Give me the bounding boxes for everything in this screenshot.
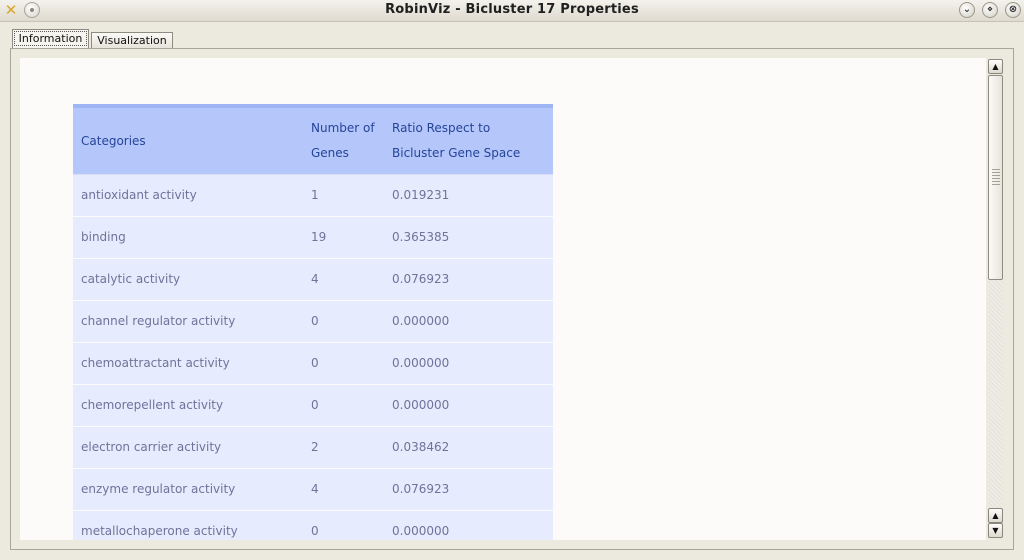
cell-genes: 2 <box>311 440 319 454</box>
close-button[interactable]: ⊗ <box>1005 2 1021 18</box>
header-categories: Categories <box>81 134 146 148</box>
header-ratio: Ratio Respect to Bicluster Gene Space <box>392 116 542 166</box>
cell-ratio: 0.000000 <box>392 356 450 370</box>
scroll-up-button-lower[interactable]: ▲ <box>988 508 1003 523</box>
table-header: Categories Number of Genes Ratio Respect… <box>73 108 553 175</box>
scroll-grip-icon <box>992 169 1000 187</box>
cell-ratio: 0.019231 <box>392 188 450 202</box>
minimize-button[interactable]: ⌄ <box>959 2 975 18</box>
title-bar[interactable]: ✕ RobinViz - Bicluster 17 Properties ⌄ ⋄… <box>0 0 1024 22</box>
cell-category: electron carrier activity <box>81 440 222 454</box>
cell-category: antioxidant activity <box>81 188 197 202</box>
maximize-button[interactable]: ⋄ <box>982 2 998 18</box>
window-title: RobinViz - Bicluster 17 Properties <box>385 2 639 17</box>
cell-genes: 19 <box>311 230 327 244</box>
scroll-thumb[interactable] <box>988 75 1003 280</box>
tab-information-label: Information <box>13 31 88 46</box>
cell-category: channel regulator activity <box>81 314 236 328</box>
table-row: catalytic activity 4 0.076923 <box>73 259 553 301</box>
cell-genes: 0 <box>311 314 319 328</box>
cell-genes: 1 <box>311 188 319 202</box>
table-row: chemoattractant activity 0 0.000000 <box>73 343 553 385</box>
categories-table: Categories Number of Genes Ratio Respect… <box>73 104 553 540</box>
cell-category: enzyme regulator activity <box>81 482 236 496</box>
information-content: Categories Number of Genes Ratio Respect… <box>20 58 986 540</box>
tab-information[interactable]: Information <box>12 29 89 48</box>
cell-ratio: 0.038462 <box>392 440 450 454</box>
cell-ratio: 0.000000 <box>392 524 450 538</box>
cell-ratio: 0.000000 <box>392 398 450 412</box>
header-number-of-genes: Number of Genes <box>311 116 381 166</box>
cell-genes: 0 <box>311 356 319 370</box>
cell-ratio: 0.365385 <box>392 230 450 244</box>
cell-ratio: 0.076923 <box>392 272 450 286</box>
scroll-down-button[interactable]: ▼ <box>988 523 1003 538</box>
header-ratio-line2: Bicluster Gene Space <box>392 146 521 160</box>
table-row: antioxidant activity 1 0.019231 <box>73 175 553 217</box>
scroll-up-button[interactable]: ▲ <box>988 59 1003 74</box>
table-row: enzyme regulator activity 4 0.076923 <box>73 469 553 511</box>
table-row: chemorepellent activity 0 0.000000 <box>73 385 553 427</box>
header-num-line2: Genes <box>311 146 349 160</box>
cell-genes: 0 <box>311 524 319 538</box>
table-row: metallochaperone activity 0 0.000000 <box>73 511 553 540</box>
cell-genes: 0 <box>311 398 319 412</box>
header-num-line1: Number of <box>311 121 375 135</box>
header-ratio-line1: Ratio Respect to <box>392 121 491 135</box>
cell-category: binding <box>81 230 126 244</box>
cell-category: chemorepellent activity <box>81 398 224 412</box>
cell-ratio: 0.076923 <box>392 482 450 496</box>
tab-visualization[interactable]: Visualization <box>91 32 173 48</box>
table-row: binding 19 0.365385 <box>73 217 553 259</box>
tab-visualization-label: Visualization <box>97 34 167 47</box>
properties-window: ✕ RobinViz - Bicluster 17 Properties ⌄ ⋄… <box>0 0 1024 560</box>
cell-ratio: 0.000000 <box>392 314 450 328</box>
vertical-scrollbar[interactable]: ▲ ▲ ▼ <box>988 58 1004 540</box>
table-row: electron carrier activity 2 0.038462 <box>73 427 553 469</box>
cell-category: chemoattractant activity <box>81 356 230 370</box>
cell-category: catalytic activity <box>81 272 181 286</box>
cell-genes: 4 <box>311 482 319 496</box>
cell-genes: 4 <box>311 272 319 286</box>
cell-category: metallochaperone activity <box>81 524 238 538</box>
table-row: channel regulator activity 0 0.000000 <box>73 301 553 343</box>
